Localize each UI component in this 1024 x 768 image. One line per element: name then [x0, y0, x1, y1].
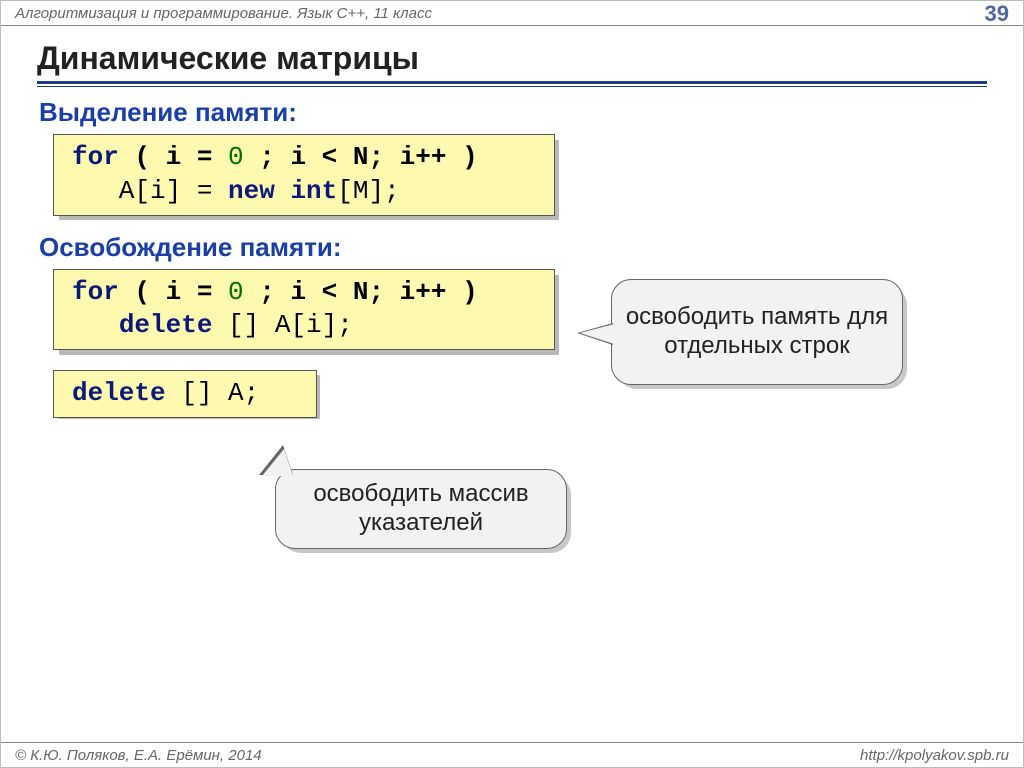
code-text: ; i < N; i++ ) [244, 142, 478, 172]
title-underline [37, 81, 987, 87]
kw-int: int [275, 176, 337, 206]
code-text: [] A[i]; [212, 310, 352, 340]
footer-copyright: © К.Ю. Поляков, Е.А. Ерёмин, 2014 [15, 747, 262, 764]
code-text [72, 310, 119, 340]
kw-for: for [72, 277, 119, 307]
code-text: [] A; [166, 378, 260, 408]
section-free-label: Освобождение памяти: [39, 232, 1023, 263]
literal-zero: 0 [228, 277, 244, 307]
code-text: ; i < N; i++ ) [244, 277, 478, 307]
footer-bar: © К.Ю. Поляков, Е.А. Ерёмин, 2014 http:/… [1, 742, 1023, 767]
free-loop-code-block: for ( i = 0 ; i < N; i++ ) delete [] A[i… [53, 269, 553, 351]
callout-tail-fill [580, 324, 614, 344]
code-text: [M]; [337, 176, 399, 206]
kw-delete: delete [119, 310, 213, 340]
callout-free-ptr-array: освободить массив указателей [275, 469, 567, 549]
callout-tail-fill [262, 449, 293, 476]
callout-text: освободить массив указателей [288, 480, 554, 538]
footer-url: http://kpolyakov.spb.ru [860, 747, 1009, 764]
page-number: 39 [985, 1, 1009, 27]
callout-text: освободить память для отдельных строк [624, 303, 890, 361]
code-text: ( i = [119, 142, 228, 172]
alloc-code-block: for ( i = 0 ; i < N; i++ ) A[i] = new in… [53, 134, 553, 216]
literal-zero: 0 [228, 142, 244, 172]
code-text: A[i] = [72, 176, 228, 206]
kw-for: for [72, 142, 119, 172]
code-text: ( i = [119, 277, 228, 307]
page-title: Динамические матрицы [37, 40, 1023, 77]
kw-new: new [228, 176, 275, 206]
slide: Алгоритмизация и программирование. Язык … [0, 0, 1024, 768]
callout-free-rows: освободить память для отдельных строк [611, 279, 903, 385]
section-alloc-label: Выделение памяти: [39, 97, 1023, 128]
course-title: Алгоритмизация и программирование. Язык … [15, 5, 432, 22]
free-array-code-block: delete [] A; [53, 370, 315, 418]
kw-delete: delete [72, 378, 166, 408]
header-bar: Алгоритмизация и программирование. Язык … [1, 1, 1023, 26]
